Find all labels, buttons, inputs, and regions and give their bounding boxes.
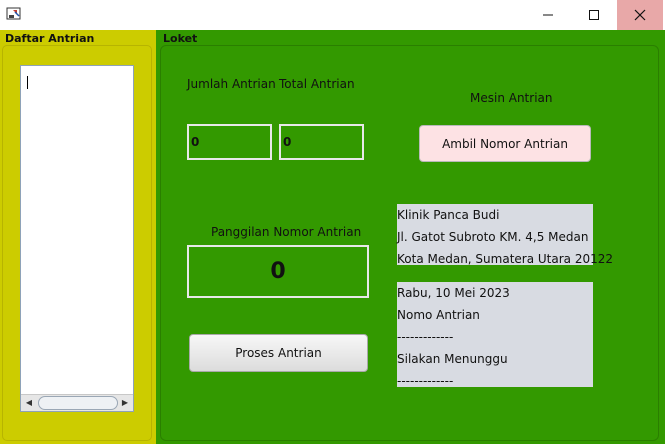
clinic-name: Klinik Panca Budi [397,208,500,222]
clinic-city: Kota Medan, Sumatera Utara 20122 [397,252,613,266]
queue-list-textarea[interactable]: ◀ ▶ [20,65,134,412]
jumlah-antrian-label: Jumlah Antrian [187,77,276,91]
panggilan-nomor-field[interactable]: 0 [187,245,369,298]
scroll-right-icon[interactable]: ▶ [118,396,132,410]
minimize-icon [543,14,553,16]
close-button[interactable] [617,0,663,30]
ticket-number-label: Nomo Antrian [397,308,480,322]
horizontal-scrollbar[interactable]: ◀ ▶ [21,394,133,411]
text-caret [27,76,28,89]
jumlah-antrian-field[interactable]: 0 [187,124,272,160]
panggilan-nomor-antrian-label: Panggilan Nomor Antrian [211,225,362,239]
close-icon [634,9,646,21]
clinic-info-box: Klinik Panca Budi Jl. Gatot Subroto KM. … [397,204,613,266]
ticket-wait-message: Silakan Menunggu [397,352,508,366]
total-antrian-label: Total Antrian [279,77,355,91]
minimize-button[interactable] [525,0,571,30]
daftar-antrian-title: Daftar Antrian [5,32,95,45]
ambil-nomor-antrian-button[interactable]: Ambil Nomor Antrian [419,125,591,162]
ticket-info-box: Rabu, 10 Mei 2023 Nomo Antrian ---------… [397,282,593,388]
proses-antrian-button[interactable]: Proses Antrian [189,334,368,372]
clinic-address: Jl. Gatot Subroto KM. 4,5 Medan [397,230,589,244]
title-bar [0,0,665,30]
scroll-thumb[interactable] [38,396,118,410]
total-antrian-field[interactable]: 0 [279,124,364,160]
scroll-left-icon[interactable]: ◀ [22,396,36,410]
maximize-button[interactable] [571,0,617,30]
ticket-separator: ------------- [397,330,454,344]
java-app-icon [6,6,22,22]
maximize-icon [589,10,599,20]
mesin-antrian-label: Mesin Antrian [470,91,553,105]
ticket-date: Rabu, 10 Mei 2023 [397,286,510,300]
ticket-separator-bottom: ------------- [397,374,454,388]
loket-title: Loket [163,32,198,45]
